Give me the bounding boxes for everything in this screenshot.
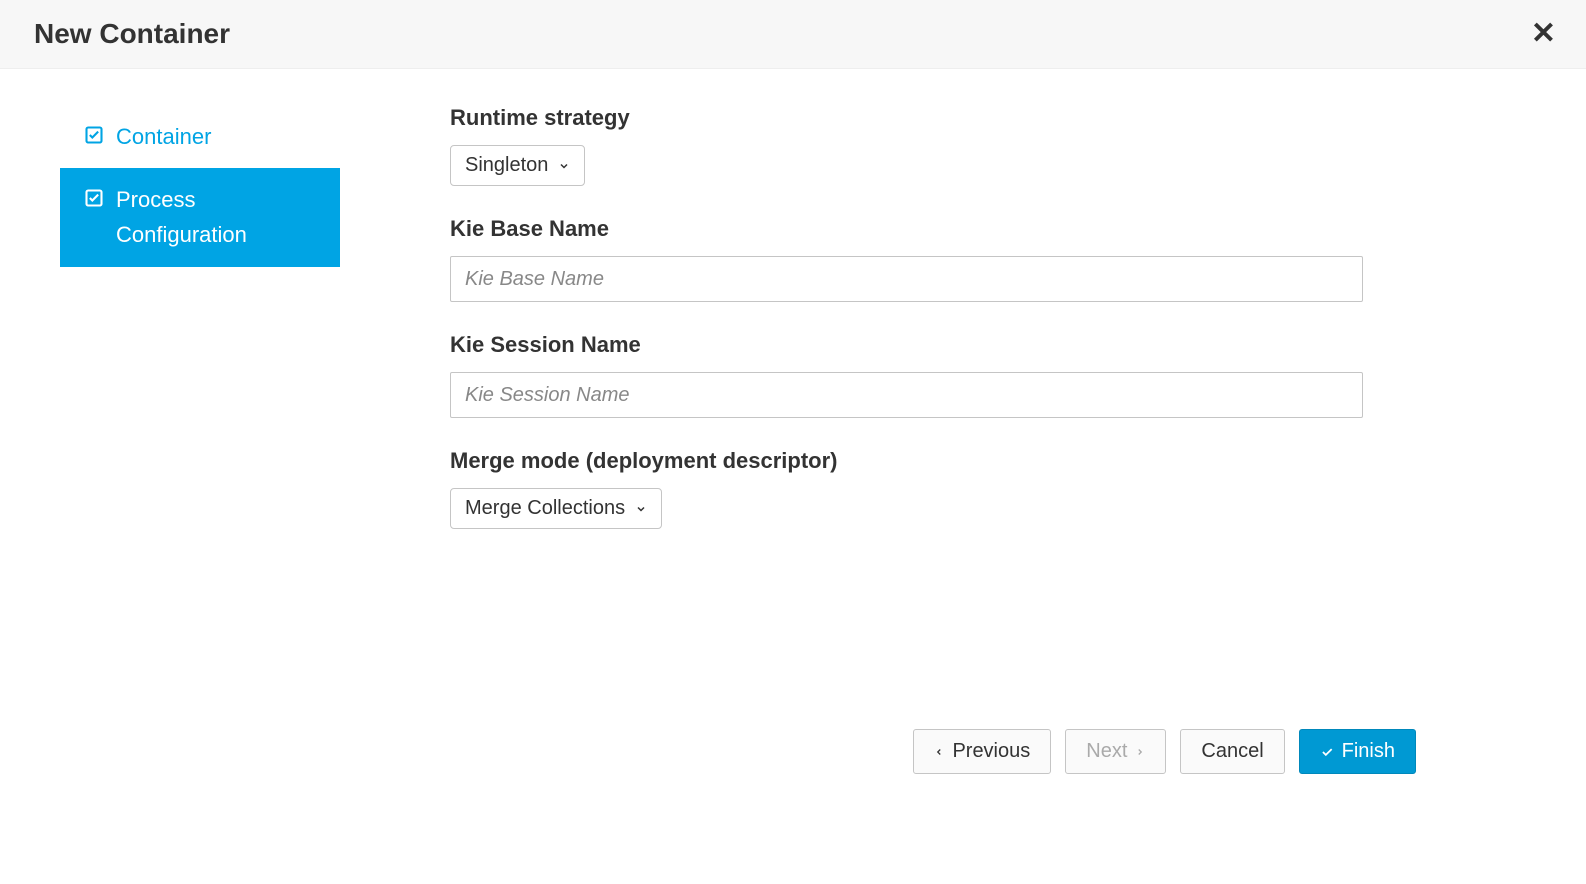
previous-label: Previous [952,740,1030,763]
runtime-strategy-label: Runtime strategy [450,105,1526,131]
chevron-right-icon [1135,745,1145,759]
chevron-down-icon [558,160,570,172]
kie-base-input[interactable] [450,256,1363,302]
sidebar-item-label: Process Configuration [116,182,316,252]
kie-session-label: Kie Session Name [450,332,1526,358]
cancel-button[interactable]: Cancel [1180,729,1284,774]
wizard-footer: Previous Next Cancel Finish [913,729,1416,774]
runtime-strategy-select[interactable]: Singleton [450,145,585,186]
finish-label: Finish [1342,740,1395,763]
close-icon[interactable]: ✕ [1531,19,1556,49]
wizard-sidebar: Container Process Configuration [60,105,340,559]
sidebar-item-process-configuration[interactable]: Process Configuration [60,168,340,266]
kie-session-group: Kie Session Name [450,332,1526,418]
finish-button[interactable]: Finish [1299,729,1416,774]
merge-mode-value: Merge Collections [465,497,625,520]
sidebar-item-label: Container [116,119,211,154]
form-area: Runtime strategy Singleton Kie Base Name… [450,105,1526,559]
merge-mode-label: Merge mode (deployment descriptor) [450,448,1526,474]
chevron-left-icon [934,745,944,759]
kie-base-label: Kie Base Name [450,216,1526,242]
runtime-strategy-group: Runtime strategy Singleton [450,105,1526,186]
kie-base-group: Kie Base Name [450,216,1526,302]
check-square-icon [84,125,104,145]
merge-mode-select[interactable]: Merge Collections [450,488,662,529]
dialog-title: New Container [34,18,230,50]
cancel-label: Cancel [1201,740,1263,763]
previous-button[interactable]: Previous [913,729,1051,774]
runtime-strategy-value: Singleton [465,154,548,177]
check-icon [1320,745,1334,759]
sidebar-item-container[interactable]: Container [60,105,340,168]
check-square-icon [84,188,104,208]
next-label: Next [1086,740,1127,763]
next-button[interactable]: Next [1065,729,1166,774]
kie-session-input[interactable] [450,372,1363,418]
chevron-down-icon [635,503,647,515]
merge-mode-group: Merge mode (deployment descriptor) Merge… [450,448,1526,529]
dialog-header: New Container ✕ [0,0,1586,69]
dialog-body: Container Process Configuration Runtime … [0,69,1586,599]
